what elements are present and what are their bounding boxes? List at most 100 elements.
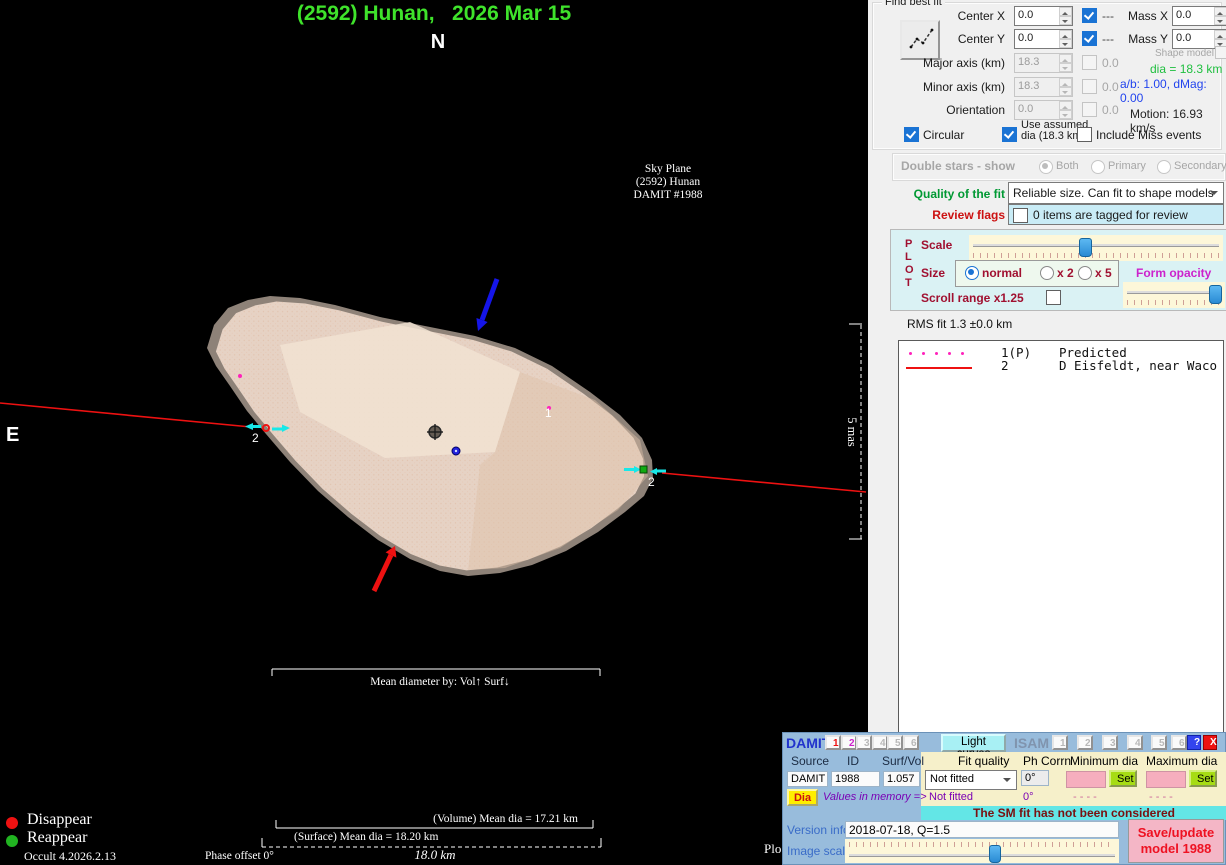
sky-plane-plot[interactable]: (2592) Hunan, 2026 Mar 15 N E Sky Plane … [0,0,868,865]
size-x5-radio[interactable] [1078,266,1092,280]
reappear-point[interactable] [640,466,647,473]
plot-letter: O [905,264,914,276]
damit-model-5-button[interactable]: 5 [887,735,903,750]
help-button[interactable]: ? [1187,735,1201,750]
size-option-group: normal x 2 x 5 [955,260,1119,287]
quality-of-fit-dropdown[interactable]: Reliable size. Can fit to shape models [1008,182,1224,204]
surfvol-field: 1.057 [883,771,920,787]
min-dia-header: Minimum dia [1070,754,1138,768]
scroll-range-checkbox[interactable] [1046,290,1061,305]
spinner-icon [1059,54,1072,72]
damit-model-4-button[interactable]: 4 [872,735,888,750]
find-best-fit-title: Find best fit [882,0,945,8]
size-x2-radio[interactable] [1040,266,1054,280]
memory-ph-corrn: 0° [1023,791,1034,803]
isam-model-4-button[interactable]: 4 [1127,735,1143,750]
fit-quality-dropdown[interactable]: Not fitted [925,770,1017,790]
version-info-field: 2018-07-18, Q=1.5 [845,821,1119,838]
sm-fit-notice: The SM fit has not been considered [921,806,1226,820]
double-stars-title: Double stars - show [901,159,1015,173]
review-flags-checkbox[interactable] [1013,208,1028,223]
chevron-down-icon [1003,778,1011,786]
isam-model-5-button[interactable]: 5 [1151,735,1167,750]
isam-model-2-button[interactable]: 2 [1077,735,1093,750]
set-min-dia-button[interactable]: Set [1109,770,1137,787]
mass-x-label: Mass X [1088,9,1168,23]
form-opacity-slider[interactable] [1123,282,1225,308]
scale-slider[interactable] [969,235,1223,261]
double-stars-secondary-label: Secondary [1174,160,1226,172]
dia-button[interactable]: Dia [787,789,818,806]
plot-letter: L [905,251,912,263]
damit-model-3-button[interactable]: 3 [856,735,872,750]
ph-corrn-field[interactable]: 0° [1021,770,1049,786]
damit-model-2-button[interactable]: 2 [841,735,857,750]
spinner-icon [1059,78,1072,96]
double-stars-secondary-radio [1157,160,1171,174]
include-miss-events-checkbox[interactable] [1077,127,1092,142]
error-bar-left2 [272,428,282,431]
disappear-legend-label: Disappear [27,811,92,829]
set-max-dia-button[interactable]: Set [1189,770,1217,787]
chord-2-line-left [0,403,251,427]
orientation-flag: 0.0 [1102,103,1119,117]
chord-key: 2 [1001,358,1059,373]
spinner-icon[interactable] [1059,30,1072,48]
double-stars-both-radio [1039,160,1053,174]
shape-model-checkbox[interactable] [1215,46,1226,59]
scale-slider-thumb[interactable] [1079,238,1092,257]
spinner-icon[interactable] [1059,7,1072,25]
max-dia-header: Maximum dia [1146,754,1217,768]
isam-model-1-button[interactable]: 1 [1052,735,1068,750]
center-x-field[interactable]: 0.0 [1014,6,1073,26]
chord-2-label-right: 2 [648,475,655,489]
sky-plane-canvas [0,0,868,865]
id-field[interactable]: 1988 [831,771,880,787]
size-normal-radio[interactable] [965,266,979,280]
reappear-dot-icon [6,835,18,847]
save-update-model-button[interactable]: Save/update model 1988 [1128,819,1224,863]
mass-y-label: Mass Y [1088,32,1168,46]
occult-window: (2592) Hunan, 2026 Mar 15 N E Sky Plane … [0,0,1226,865]
scroll-range-label: Scroll range x1.25 [921,291,1024,305]
close-button[interactable]: X [1203,735,1217,750]
damit-model-1-button[interactable]: 1 [825,735,841,750]
damit-model-6-button[interactable]: 6 [903,735,919,750]
north-direction-label: N [424,31,452,54]
center-y-field[interactable]: 0.0 [1014,29,1073,49]
chord-legend-box: 1(P)Predicted 2D Eisfeldt, near Waco [898,340,1224,733]
reappear-legend-label: Reappear [27,829,87,847]
orientation-label: Orientation [905,103,1005,117]
use-assumed-dia-checkbox[interactable] [1002,127,1017,142]
image-scale-slider-thumb[interactable] [989,845,1001,863]
isam-model-3-button[interactable]: 3 [1102,735,1118,750]
assumed-diameter-text: dia = 18.3 km [1150,62,1222,76]
light-curves-button[interactable]: Light curves [941,734,1006,752]
max-dia-field[interactable] [1146,771,1186,788]
image-scale-slider[interactable] [845,839,1119,863]
min-dia-field[interactable] [1066,771,1106,788]
sky-plane-line1: Sky Plane [600,163,736,176]
review-flags-label: Review flags [868,208,1005,222]
isam-model-6-button[interactable]: 6 [1171,735,1187,750]
plot-controls-box: P L O T Scale Size normal x 2 x 5 Form o… [890,229,1226,311]
legend-row[interactable]: 2D Eisfeldt, near Waco [1001,358,1217,373]
size-normal-label: normal [982,266,1022,280]
ph-corrn-header: Ph Corrn [1023,754,1071,768]
mass-x-field[interactable]: 0.0 [1172,6,1226,26]
center-x-label: Center X [905,9,1005,23]
spinner-icon[interactable] [1214,7,1226,25]
circular-label: Circular [923,128,964,142]
major-axis-fit-checkbox [1082,55,1097,70]
chevron-down-icon [1210,191,1218,199]
size-x2-label: x 2 [1057,266,1074,280]
scale-label: Scale [921,238,952,252]
phase-offset-status: Phase offset 0° [205,850,274,862]
minor-axis-field: 18.3 [1014,77,1073,97]
form-opacity-slider-thumb[interactable] [1209,285,1222,304]
fit-center-dot-core [455,450,457,452]
double-stars-both-label: Both [1056,160,1079,172]
circular-checkbox[interactable] [904,127,919,142]
app-version-status: Occult 4.2026.2.13 [24,849,116,864]
mean-diameter-caption: Mean diameter by: Vol↑ Surf↓ [280,676,600,688]
